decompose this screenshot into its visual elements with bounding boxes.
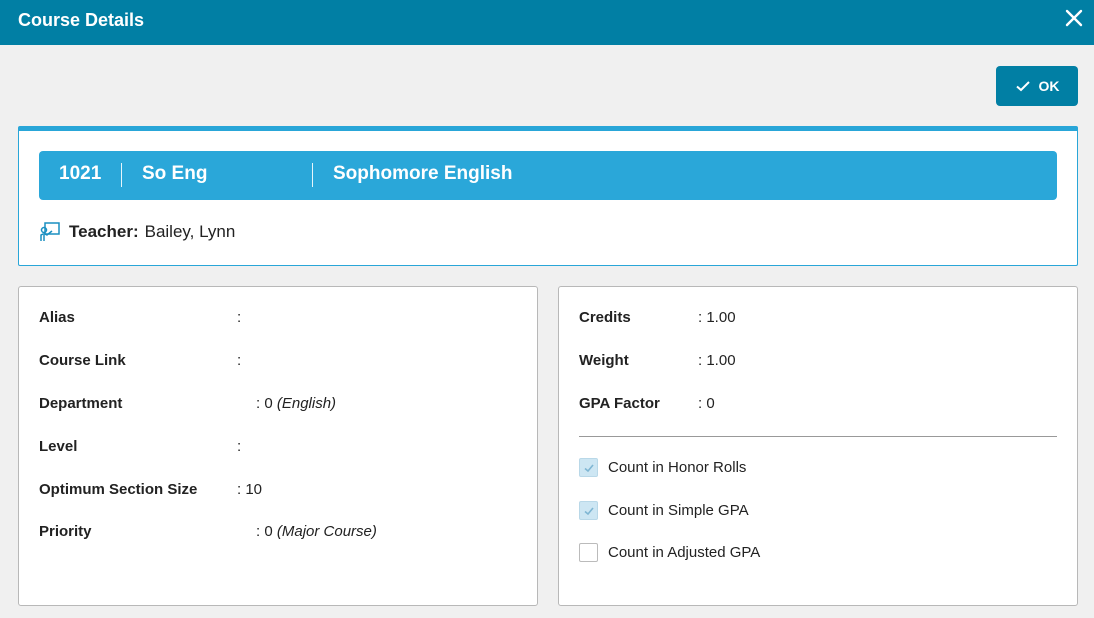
ok-button[interactable]: OK (996, 66, 1078, 106)
course-short-name: So Eng (142, 163, 208, 184)
checkbox-box[interactable] (579, 543, 598, 562)
weight-label: Weight (579, 352, 629, 369)
checkbox-label: Count in Honor Rolls (608, 459, 747, 476)
teacher-label: Teacher: (69, 222, 139, 241)
checkmark-icon (583, 506, 594, 515)
department-label: Department (39, 395, 123, 412)
checkmark-icon (583, 463, 594, 472)
course-full-name: Sophomore English (333, 163, 513, 184)
teacher-name: Bailey, Lynn (144, 222, 236, 241)
ok-button-label: OK (1038, 78, 1060, 94)
gpa-factor-value: : 0 (698, 395, 715, 412)
teacher-line: Teacher: Bailey, Lynn (39, 221, 235, 243)
credits-value: : 1.00 (698, 309, 736, 326)
level-label: Level (39, 438, 78, 455)
checkbox-box[interactable] (579, 501, 598, 520)
credits-label: Credits (579, 309, 631, 326)
course-number: 1021 (59, 163, 102, 184)
check-icon (1015, 81, 1030, 92)
course-details-panel: Alias : Course Link : Department : 0 (En… (18, 286, 538, 606)
section-divider (579, 436, 1057, 437)
teacher-icon (40, 222, 60, 241)
close-icon[interactable] (1063, 7, 1085, 29)
grading-panel: Credits : 1.00 Weight : 1.00 GPA Factor … (558, 286, 1078, 606)
count-in-adjusted-gpa-checkbox[interactable]: Count in Adjusted GPA (579, 543, 760, 562)
checkbox-label: Count in Simple GPA (608, 502, 749, 519)
gpa-factor-label: GPA Factor (579, 395, 660, 412)
optimum-section-size-label: Optimum Section Size (39, 481, 198, 498)
alias-label: Alias (39, 309, 75, 326)
title-bar: Course Details (0, 0, 1094, 45)
alias-value: : (237, 309, 242, 326)
checkbox-label: Count in Adjusted GPA (608, 544, 761, 561)
optimum-section-size-value: : 10 (237, 481, 263, 498)
level-value: : (237, 438, 242, 455)
checkbox-box[interactable] (579, 458, 598, 477)
weight-value: : 1.00 (698, 352, 736, 369)
banner-divider (312, 163, 313, 187)
priority-label: Priority (39, 523, 92, 540)
priority-value: : 0 (Major Course) (256, 523, 377, 540)
banner-divider (121, 163, 122, 187)
count-in-simple-gpa-checkbox[interactable]: Count in Simple GPA (579, 501, 749, 520)
course-link-value: : (237, 352, 242, 369)
course-banner: 1021 So Eng Sophomore English (39, 151, 1057, 200)
dialog-title: Course Details (18, 10, 145, 30)
course-link-label: Course Link (39, 352, 126, 369)
department-value: : 0 (English) (256, 395, 337, 412)
count-in-honor-rolls-checkbox[interactable]: Count in Honor Rolls (579, 458, 746, 477)
course-card: 1021 So Eng Sophomore English Teacher: B… (18, 126, 1078, 266)
